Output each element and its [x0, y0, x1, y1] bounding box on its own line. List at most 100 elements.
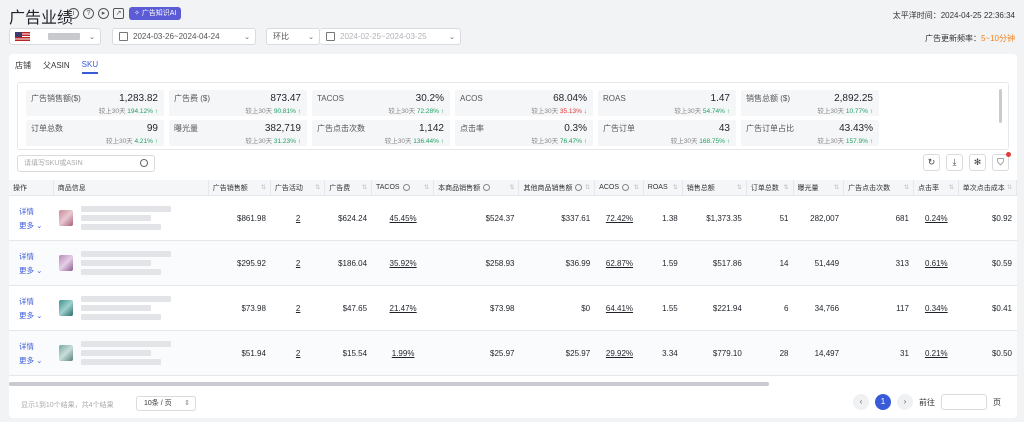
cell-value[interactable]: 0.34% — [925, 304, 948, 313]
info-icon[interactable]: i — [68, 8, 79, 19]
sort-icon[interactable]: ⇅ — [834, 184, 839, 191]
cell-value[interactable]: 2 — [296, 349, 300, 358]
ai-badge[interactable]: ✧ 广告知识AI — [129, 7, 182, 20]
cell-ctr[interactable]: 0.21% — [914, 331, 959, 375]
cell-acos[interactable]: 64.41% — [595, 286, 644, 330]
cell-tacos[interactable]: 45.45% — [372, 196, 434, 240]
date-range-picker[interactable]: 2024-03-26~2024-04-24 ⌄ — [112, 28, 256, 45]
cell-value[interactable]: 35.92% — [390, 259, 417, 268]
column-header[interactable]: 单次点击成本 ⇅ — [959, 180, 1018, 195]
column-header[interactable]: 曝光量 ⇅ — [794, 180, 845, 195]
column-header[interactable]: ACOS ⇅ — [595, 180, 644, 195]
detail-link[interactable]: 详情 — [19, 296, 34, 307]
metric-card[interactable]: 广告销售额($) 1,283.82 较上30天 194.12% ↑ — [26, 90, 164, 116]
cell-value[interactable]: 2 — [296, 214, 300, 223]
cell-campaigns[interactable]: 2 — [271, 196, 325, 240]
detail-link[interactable]: 详情 — [19, 341, 34, 352]
horizontal-scrollbar[interactable] — [9, 382, 769, 386]
info-icon[interactable] — [622, 184, 629, 191]
more-link[interactable]: 更多 ⌄ — [19, 265, 42, 276]
tab-store[interactable]: 店铺 — [15, 60, 31, 74]
cell-value[interactable]: 21.47% — [390, 304, 417, 313]
info-icon[interactable] — [402, 184, 410, 191]
page-size-select[interactable]: 10条 / 页 ⇕ — [136, 396, 196, 411]
cell-tacos[interactable]: 1.99% — [372, 331, 434, 375]
compare-mode-select[interactable]: 环比 ⌄ — [266, 28, 320, 45]
sort-icon[interactable]: ⇅ — [904, 184, 909, 191]
cell-value[interactable]: 1.99% — [392, 349, 415, 358]
info-icon[interactable] — [483, 184, 491, 191]
tab-sku[interactable]: SKU — [81, 60, 99, 74]
column-header[interactable]: 订单总数 ⇅ — [747, 180, 794, 195]
sort-icon[interactable]: ⇅ — [585, 184, 590, 191]
cell-value[interactable]: 0.21% — [925, 349, 948, 358]
product-info[interactable] — [54, 286, 209, 330]
sort-icon[interactable]: ⇅ — [737, 184, 742, 191]
cell-value[interactable]: 0.24% — [925, 214, 948, 223]
help-icon[interactable]: ? — [83, 8, 94, 19]
download-icon[interactable]: ⤓ — [946, 154, 963, 171]
column-header[interactable]: 点击率 ⇅ — [914, 180, 959, 195]
metric-card[interactable]: ROAS 1.47 较上30天 54.74% ↑ — [598, 90, 736, 116]
metric-card[interactable]: 销售总额 ($) 2,892.25 较上30天 10.77% ↑ — [741, 90, 879, 116]
cell-ctr[interactable]: 0.61% — [914, 241, 959, 285]
detail-link[interactable]: 详情 — [19, 206, 34, 217]
column-header[interactable]: 其他商品销售额 ⇅ — [519, 180, 596, 195]
cell-acos[interactable]: 62.87% — [595, 241, 644, 285]
compare-range-picker[interactable]: 2024-02-25~2024-03-25 ⌄ — [320, 28, 461, 45]
column-header[interactable]: 广告销售额 ⇅ — [209, 180, 271, 195]
filter-icon[interactable]: ⛉ — [992, 152, 1011, 171]
detail-link[interactable]: 详情 — [19, 251, 34, 262]
column-header[interactable]: 广告点击次数 ⇅ — [844, 180, 914, 195]
column-header[interactable]: ROAS ⇅ — [644, 180, 683, 195]
sort-icon[interactable]: ⇅ — [1007, 184, 1012, 191]
cell-ctr[interactable]: 0.34% — [914, 286, 959, 330]
cell-value[interactable]: 62.87% — [606, 259, 633, 268]
cell-acos[interactable]: 29.92% — [595, 331, 644, 375]
metric-card[interactable]: 曝光量 382,719 较上30天 31.23% ↑ — [169, 120, 307, 146]
more-link[interactable]: 更多 ⌄ — [19, 310, 42, 321]
product-info[interactable] — [54, 241, 209, 285]
column-header[interactable]: TACOS ⇅ — [372, 180, 435, 195]
tab-parent-asin[interactable]: 父ASIN — [43, 60, 70, 74]
metric-card[interactable]: ACOS 68.04% 较上30天 35.13% ↓ — [455, 90, 593, 116]
cell-value[interactable]: 29.92% — [606, 349, 633, 358]
settings-icon[interactable]: ✻ — [969, 154, 986, 171]
metric-card[interactable]: 订单总数 99 较上30天 4.21% ↑ — [26, 120, 164, 146]
sort-icon[interactable]: ⇅ — [949, 184, 954, 191]
column-header[interactable]: 广告活动 ⇅ — [271, 180, 326, 195]
metric-card[interactable]: 广告费 ($) 873.47 较上30天 90.81% ↑ — [169, 90, 307, 116]
metric-card[interactable]: 广告订单占比 43.43% 较上30天 157.9% ↑ — [741, 120, 879, 146]
sort-icon[interactable]: ⇅ — [315, 184, 320, 191]
cell-ctr[interactable]: 0.24% — [914, 196, 959, 240]
info-icon[interactable] — [575, 184, 583, 191]
product-info[interactable] — [54, 331, 209, 375]
sort-icon[interactable]: ⇅ — [634, 184, 639, 191]
goto-page-input[interactable] — [941, 394, 987, 410]
external-link-icon[interactable]: ↗ — [113, 8, 124, 19]
sort-icon[interactable]: ⇅ — [261, 184, 266, 191]
cell-tacos[interactable]: 35.92% — [372, 241, 434, 285]
column-header[interactable]: 本商品销售额 ⇅ — [434, 180, 520, 195]
cell-value[interactable]: 72.42% — [606, 214, 633, 223]
cell-value[interactable]: 0.61% — [925, 259, 948, 268]
sort-icon[interactable]: ⇅ — [362, 184, 367, 191]
metric-card[interactable]: 广告订单 43 较上30天 168.75% ↑ — [598, 120, 736, 146]
more-link[interactable]: 更多 ⌄ — [19, 355, 42, 366]
sort-icon[interactable]: ⇅ — [424, 184, 429, 191]
metric-card[interactable]: 广告点击次数 1,142 较上30天 136.44% ↑ — [312, 120, 450, 146]
cell-tacos[interactable]: 21.47% — [372, 286, 434, 330]
cell-value[interactable]: 45.45% — [390, 214, 417, 223]
column-header[interactable]: 广告费 ⇅ — [325, 180, 372, 195]
sort-icon[interactable]: ⇅ — [673, 184, 678, 191]
sort-icon[interactable]: ⇅ — [783, 184, 788, 191]
metric-card[interactable]: TACOS 30.2% 较上30天 72.28% ↑ — [312, 90, 450, 116]
prev-page-button[interactable]: ‹ — [853, 394, 869, 410]
column-header[interactable]: 销售总额 ⇅ — [683, 180, 747, 195]
marketplace-select[interactable]: ⌄ — [9, 28, 101, 45]
cell-value[interactable]: 64.41% — [606, 304, 633, 313]
more-link[interactable]: 更多 ⌄ — [19, 220, 42, 231]
sort-icon[interactable]: ⇅ — [509, 184, 514, 191]
cell-campaigns[interactable]: 2 — [271, 331, 325, 375]
cell-acos[interactable]: 72.42% — [595, 196, 644, 240]
